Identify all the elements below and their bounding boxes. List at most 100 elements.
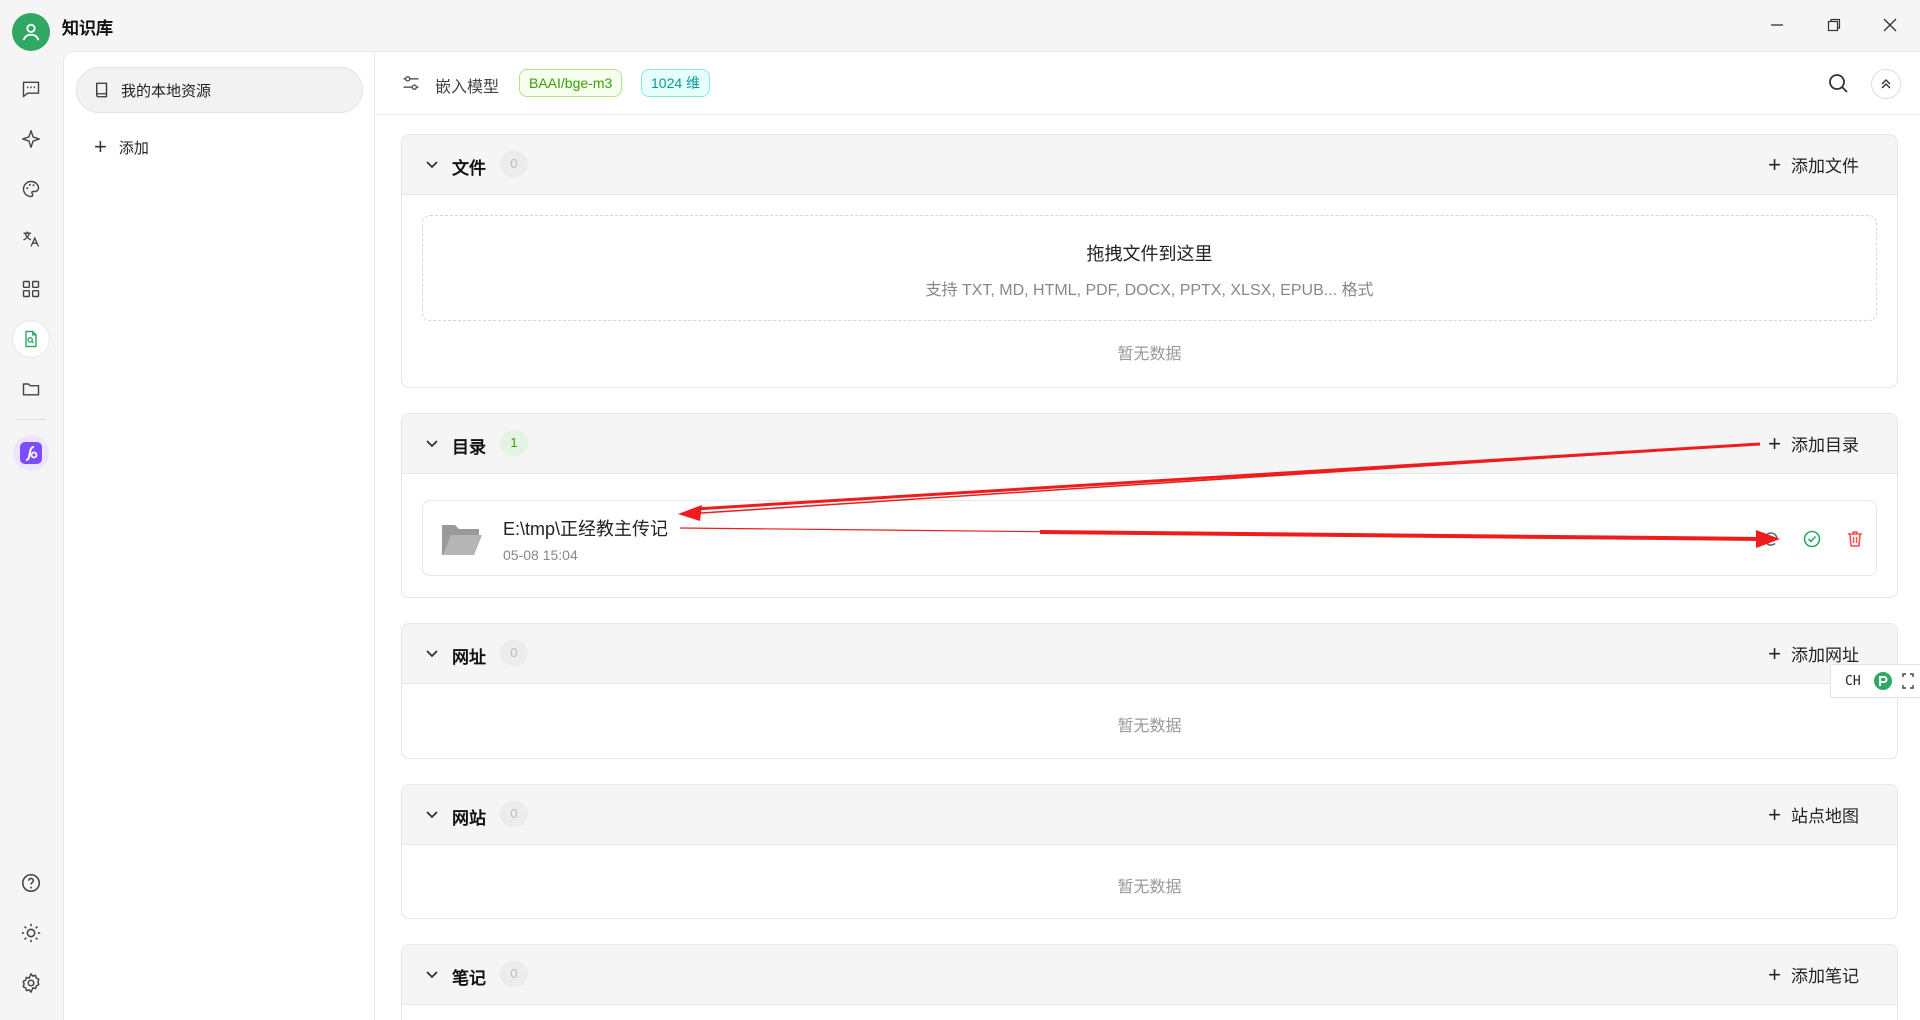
urls-section-header[interactable]: 网址 0 + 添加网址 xyxy=(402,624,1897,684)
websites-title: 网站 xyxy=(452,809,486,828)
add-directory-button[interactable]: + 添加目录 xyxy=(1768,431,1859,456)
chevron-down-icon[interactable] xyxy=(422,644,442,664)
add-kb-label: 添加 xyxy=(118,139,149,157)
urls-title: 网址 xyxy=(452,648,486,667)
book-icon xyxy=(96,82,108,98)
embedding-model-label: 嵌入模型 xyxy=(435,79,500,96)
settings-sliders-icon[interactable] xyxy=(401,73,421,93)
rail-help-button[interactable] xyxy=(13,865,49,901)
file-dropzone[interactable]: 拖拽文件到这里 支持 TXT, MD, HTML, PDF, DOCX, PPT… xyxy=(422,215,1877,321)
add-sitemap-button[interactable]: + 站点地图 xyxy=(1768,802,1859,827)
apps-grid-icon xyxy=(22,280,40,298)
add-file-label: 添加文件 xyxy=(1791,157,1859,176)
files-empty-text: 暂无数据 xyxy=(1117,346,1182,363)
add-note-button[interactable]: + 添加笔记 xyxy=(1768,962,1859,987)
chevron-down-icon[interactable] xyxy=(422,805,442,825)
chat-icon xyxy=(22,81,40,98)
directories-section-header[interactable]: 目录 1 + 添加目录 xyxy=(402,414,1897,474)
plus-icon: + xyxy=(1768,640,1781,666)
restore-icon xyxy=(1827,18,1841,32)
plus-icon: + xyxy=(1768,430,1781,456)
add-note-label: 添加笔记 xyxy=(1791,967,1859,986)
help-icon xyxy=(21,873,41,893)
rail-apps-button[interactable] xyxy=(13,271,49,307)
title-bar: 知识库 xyxy=(0,0,1920,51)
rail-miniapp-button[interactable] xyxy=(13,435,49,471)
rail-divider xyxy=(16,419,46,420)
ime-logo-icon xyxy=(1873,672,1892,690)
search-icon xyxy=(1829,74,1848,93)
refresh-icon[interactable] xyxy=(1761,529,1781,549)
open-folder-icon xyxy=(442,525,482,555)
add-kb-button[interactable]: + 添加 xyxy=(94,132,149,162)
check-circle-icon xyxy=(1803,530,1821,548)
chevron-down-icon[interactable] xyxy=(422,155,442,175)
close-icon xyxy=(1883,18,1897,32)
theme-icon xyxy=(21,923,41,943)
directory-path: E:\tmp\正经教主传记 xyxy=(503,519,669,539)
directory-timestamp: 05-08 15:04 xyxy=(503,547,578,563)
rail-agents-button[interactable] xyxy=(13,121,49,157)
collapse-all-button[interactable] xyxy=(1871,69,1901,99)
websites-empty-text: 暂无数据 xyxy=(1117,879,1182,896)
urls-count-badge: 0 xyxy=(500,640,528,666)
dropzone-title: 拖拽文件到这里 xyxy=(1086,244,1213,264)
plus-icon: + xyxy=(1768,151,1781,177)
websites-section-header[interactable]: 网站 0 + 站点地图 xyxy=(402,785,1897,845)
notes-section: 笔记 0 + 添加笔记 xyxy=(401,944,1898,1020)
minimize-button[interactable] xyxy=(1759,10,1795,40)
add-url-label: 添加网址 xyxy=(1791,646,1859,665)
chevron-down-icon[interactable] xyxy=(422,965,442,985)
plus-icon: + xyxy=(94,134,107,159)
maximize-button[interactable] xyxy=(1816,10,1852,40)
delete-icon[interactable] xyxy=(1845,529,1865,549)
kb-item-label: 我的本地资源 xyxy=(121,82,212,100)
add-sitemap-label: 站点地图 xyxy=(1791,807,1859,826)
files-count-badge: 0 xyxy=(500,151,528,177)
dimension-tag: 1024 维 xyxy=(641,69,711,97)
rail-chat-button[interactable] xyxy=(13,71,49,107)
rail-translate-button[interactable] xyxy=(13,221,49,257)
notes-section-header[interactable]: 笔记 0 + 添加笔记 xyxy=(402,945,1897,1005)
close-button[interactable] xyxy=(1872,10,1908,40)
rail-theme-button[interactable] xyxy=(13,915,49,951)
folder-icon xyxy=(22,383,40,396)
palette-icon xyxy=(22,180,40,198)
directories-title: 目录 xyxy=(452,438,486,457)
minimize-icon xyxy=(1771,24,1783,26)
user-icon xyxy=(22,23,40,41)
dropzone-formats: 支持 TXT, MD, HTML, PDF, DOCX, PPTX, XLSX,… xyxy=(925,282,1374,299)
ime-language-label: CH xyxy=(1845,673,1861,689)
websites-section: 网站 0 + 站点地图 暂无数据 xyxy=(401,784,1898,919)
add-file-button[interactable]: + 添加文件 xyxy=(1768,152,1859,177)
file-search-icon xyxy=(25,330,37,348)
files-section-header[interactable]: 文件 0 + 添加文件 xyxy=(402,135,1897,195)
chevron-down-icon[interactable] xyxy=(422,434,442,454)
main-header: 嵌入模型 BAAI/bge-m3 1024 维 xyxy=(375,52,1920,115)
knowledge-sidebar: 我的本地资源 + 添加 xyxy=(63,51,375,1020)
search-button[interactable] xyxy=(1826,71,1852,97)
ime-indicator[interactable]: CH xyxy=(1830,664,1920,698)
directories-count-badge: 1 xyxy=(500,430,528,456)
expand-icon xyxy=(1901,673,1914,689)
rail-knowledge-button[interactable] xyxy=(13,321,49,357)
websites-count-badge: 0 xyxy=(500,801,528,827)
chevrons-up-icon xyxy=(1881,79,1891,89)
sparkle-icon xyxy=(21,129,41,149)
plus-icon: + xyxy=(1768,801,1781,827)
directory-item[interactable]: E:\tmp\正经教主传记 05-08 15:04 xyxy=(422,500,1877,576)
add-directory-label: 添加目录 xyxy=(1791,436,1859,455)
rail-files-button[interactable] xyxy=(13,371,49,407)
translate-icon xyxy=(23,231,40,247)
add-url-button[interactable]: + 添加网址 xyxy=(1768,641,1859,666)
app-title: 知识库 xyxy=(62,19,113,38)
rail-settings-button[interactable] xyxy=(13,965,49,1001)
gear-icon xyxy=(22,973,40,993)
rail-paint-button[interactable] xyxy=(13,171,49,207)
files-title: 文件 xyxy=(452,159,486,178)
notes-count-badge: 0 xyxy=(500,961,528,987)
user-avatar[interactable] xyxy=(12,13,50,51)
urls-section: 网址 0 + 添加网址 暂无数据 xyxy=(401,623,1898,759)
kb-item-local[interactable]: 我的本地资源 xyxy=(76,67,363,113)
files-section: 文件 0 + 添加文件 拖拽文件到这里 支持 TXT, MD, HTML, PD… xyxy=(401,134,1898,388)
